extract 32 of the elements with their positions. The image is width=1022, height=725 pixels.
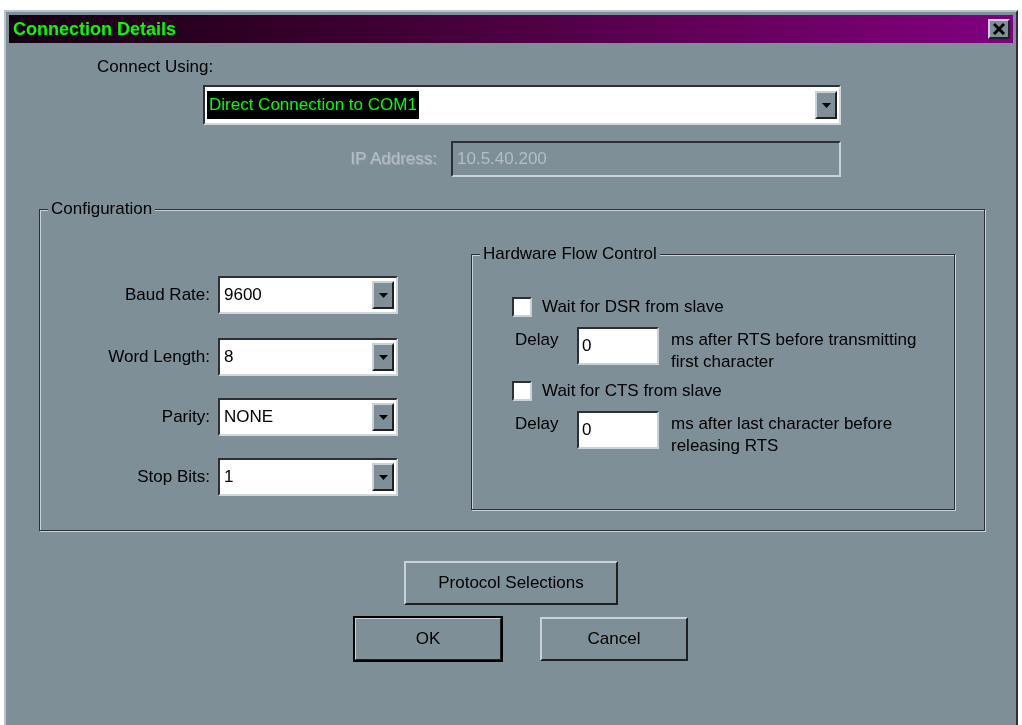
checkbox-label: Wait for DSR from slave [542,297,724,317]
delay-field[interactable]: 0 [577,411,659,449]
connection-dropdown[interactable]: Direct Connection to COM1 [203,85,841,125]
checkbox[interactable] [512,381,532,401]
field-label: Delay [514,414,560,434]
dropdown[interactable]: 9600 [218,276,398,314]
close-button[interactable] [988,19,1010,39]
field-label: Baud Rate: [123,285,210,305]
field-label: Delay [514,330,560,350]
checkbox-label: Wait for CTS from slave [542,381,722,401]
dropdown[interactable]: 1 [218,458,398,496]
field-label: Parity: [160,407,210,427]
cancel-button[interactable]: Cancel [540,617,688,661]
close-icon [992,22,1006,36]
ok-button[interactable]: OK [354,617,502,661]
dropdown-value: 9600 [223,284,263,306]
dropdown[interactable]: 8 [218,338,398,376]
checkbox[interactable] [512,297,532,317]
dropdown[interactable]: NONE [218,398,398,436]
field-label: Stop Bits: [136,467,210,487]
dropdown-value: Direct Connection to COM1 [207,91,419,119]
dropdown-value: 8 [223,346,235,368]
window-title: Connection Details [13,18,177,40]
field-label: Connect Using: [97,57,214,77]
field-label: Word Length: [107,347,210,367]
dropdown-value: NONE [223,406,275,428]
delay-note: ms after last character before releasing RTS [671,413,894,457]
delay-field[interactable]: 0 [577,327,659,365]
dropdown-value: 1 [223,466,235,488]
protocol-selections-button[interactable]: Protocol Selections [404,561,618,605]
delay-note: ms after RTS before transmitting first character [671,329,918,373]
group-title: Configuration [48,199,156,219]
